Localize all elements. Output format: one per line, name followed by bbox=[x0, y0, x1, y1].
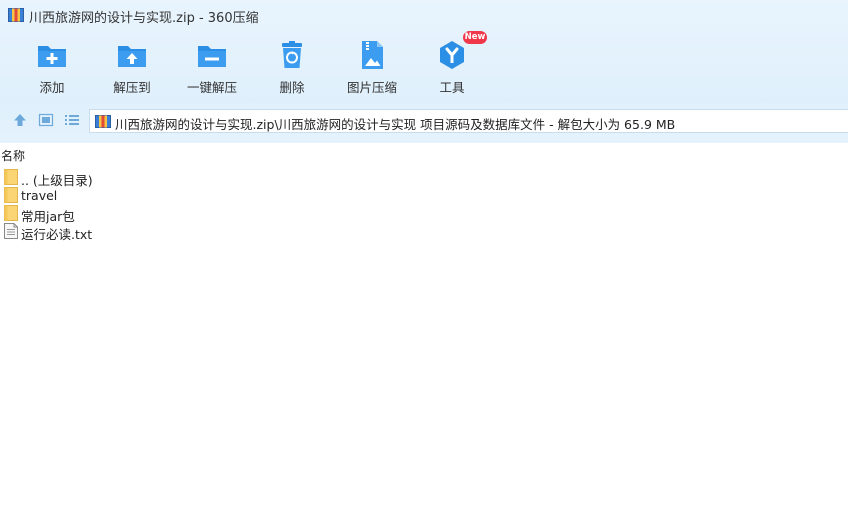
toolbar: 添加 解压到 一键解压 删除 图片压缩 New 工具 bbox=[0, 31, 848, 98]
file-row-travel[interactable]: travel bbox=[0, 186, 848, 204]
column-name-header[interactable]: 名称 bbox=[1, 147, 25, 164]
list-view-icon[interactable] bbox=[63, 111, 81, 129]
image-compress-label: 图片压缩 bbox=[346, 80, 397, 95]
extract-to-icon bbox=[118, 46, 146, 67]
address-bar[interactable]: 川西旅游网的设计与实现.zip\川西旅游网的设计与实现 项目源码及数据库文件 -… bbox=[89, 109, 848, 133]
one-click-extract-icon bbox=[198, 46, 226, 67]
file-row-jar-packages[interactable]: 常用jar包 bbox=[0, 204, 848, 224]
file-name: 运行必读.txt bbox=[21, 227, 93, 242]
one-click-extract-label: 一键解压 bbox=[186, 80, 237, 95]
archive-app-icon bbox=[8, 8, 24, 22]
add-button[interactable]: 添加 bbox=[7, 36, 97, 96]
tools-icon bbox=[440, 41, 464, 69]
top-chrome: 川西旅游网的设计与实现.zip - 360压缩 添加 解压到 一键解压 删除 图… bbox=[0, 0, 848, 143]
thumbnail-view-icon[interactable] bbox=[37, 111, 55, 129]
image-compress-icon bbox=[362, 41, 383, 69]
add-label: 添加 bbox=[39, 80, 65, 95]
archive-icon bbox=[95, 115, 111, 128]
address-path: 川西旅游网的设计与实现.zip\川西旅游网的设计与实现 项目源码及数据库文件 -… bbox=[115, 117, 676, 132]
one-click-extract-button[interactable]: 一键解压 bbox=[167, 36, 257, 96]
tools-label: 工具 bbox=[439, 80, 465, 95]
delete-label: 删除 bbox=[279, 80, 305, 95]
delete-bin-icon bbox=[282, 41, 302, 68]
navigation-bar: 川西旅游网的设计与实现.zip\川西旅游网的设计与实现 项目源码及数据库文件 -… bbox=[0, 106, 848, 134]
extract-to-label: 解压到 bbox=[113, 80, 151, 95]
add-folder-icon bbox=[38, 46, 66, 67]
folder-icon bbox=[4, 205, 18, 221]
file-list: .. (上级目录) travel 常用jar包 运行必读.txt bbox=[0, 168, 848, 242]
extract-to-button[interactable]: 解压到 bbox=[87, 36, 177, 96]
file-name: travel bbox=[21, 188, 58, 203]
new-badge: New bbox=[463, 31, 487, 44]
up-arrow-icon[interactable] bbox=[11, 111, 29, 129]
folder-icon bbox=[4, 169, 18, 185]
file-list-pane: 名称 .. (上级目录) travel 常用jar包 运行必读.txt bbox=[0, 143, 848, 515]
window-title: 川西旅游网的设计与实现.zip - 360压缩 bbox=[29, 11, 259, 26]
tools-button[interactable]: New 工具 bbox=[407, 31, 497, 96]
file-row-readme-txt[interactable]: 运行必读.txt bbox=[0, 222, 848, 242]
file-row-parent-directory[interactable]: .. (上级目录) bbox=[0, 168, 848, 188]
delete-button[interactable]: 删除 bbox=[247, 36, 337, 96]
image-compress-button[interactable]: 图片压缩 bbox=[327, 36, 417, 96]
column-header: 名称 bbox=[0, 143, 848, 166]
text-file-icon bbox=[4, 223, 18, 239]
title-bar: 川西旅游网的设计与实现.zip - 360压缩 bbox=[0, 0, 848, 30]
folder-icon bbox=[4, 187, 18, 203]
